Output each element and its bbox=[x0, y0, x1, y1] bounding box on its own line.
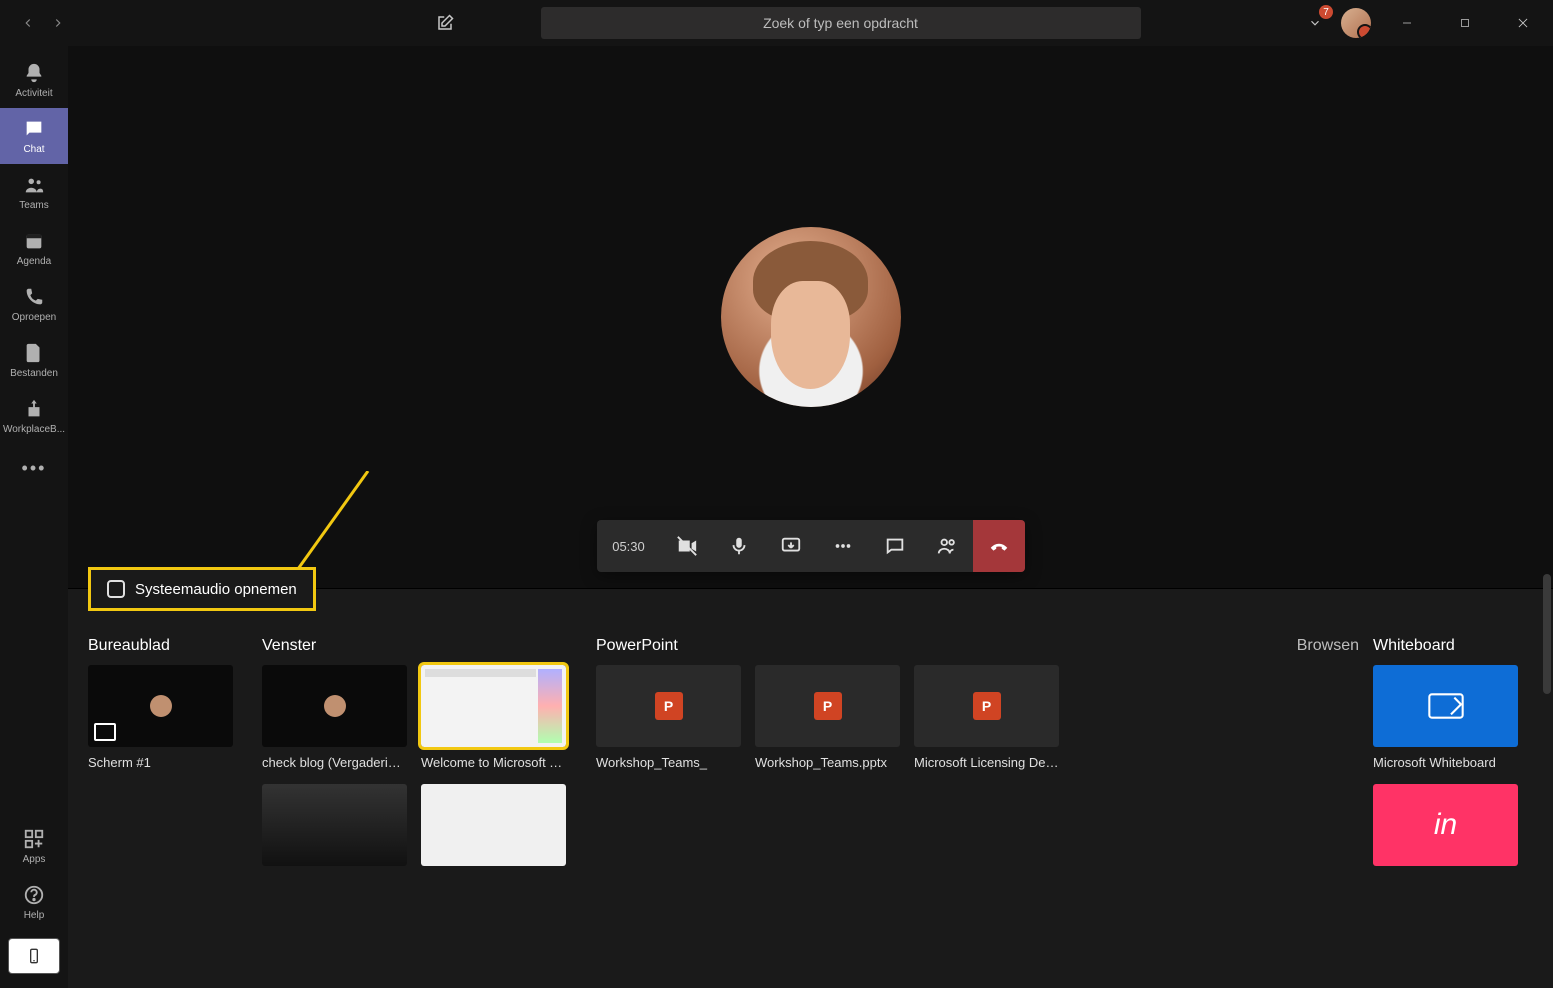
share-tray: Systeemaudio opnemen Bureaublad Scherm #… bbox=[68, 588, 1553, 988]
whiteboard-heading: Whiteboard bbox=[1373, 635, 1533, 657]
nav-forward-button[interactable] bbox=[46, 11, 70, 35]
share-whiteboard-ms[interactable] bbox=[1373, 665, 1518, 747]
sidebar-more-button[interactable]: ••• bbox=[22, 448, 47, 488]
share-window-3[interactable] bbox=[262, 784, 407, 866]
window-maximize-button[interactable] bbox=[1443, 8, 1487, 38]
sidebar-item-workplace[interactable]: WorkplaceB... bbox=[0, 388, 68, 444]
share-window-2-selected[interactable] bbox=[421, 665, 566, 747]
toggle-mic-button[interactable] bbox=[713, 520, 765, 572]
sidebar-item-help[interactable]: Help bbox=[0, 874, 68, 930]
sidebar-item-files[interactable]: Bestanden bbox=[0, 332, 68, 388]
show-participants-button[interactable] bbox=[921, 520, 973, 572]
window-minimize-button[interactable] bbox=[1385, 8, 1429, 38]
toggle-camera-button[interactable] bbox=[661, 520, 713, 572]
participant-avatar bbox=[721, 227, 901, 407]
share-window-1[interactable] bbox=[262, 665, 407, 747]
call-control-bar: 05:30 bbox=[597, 520, 1025, 572]
browse-link[interactable]: Browsen bbox=[1297, 635, 1359, 657]
desktop-heading: Bureaublad bbox=[88, 635, 248, 657]
sidebar-item-calendar[interactable]: Agenda bbox=[0, 220, 68, 276]
new-message-button[interactable] bbox=[431, 9, 459, 37]
window-close-button[interactable] bbox=[1501, 8, 1545, 38]
mobile-companion-button[interactable] bbox=[8, 938, 60, 974]
powerpoint-heading: PowerPoint bbox=[596, 635, 678, 657]
share-screen-button[interactable] bbox=[765, 520, 817, 572]
call-duration: 05:30 bbox=[597, 520, 661, 572]
share-window-4[interactable] bbox=[421, 784, 566, 866]
window-heading: Venster bbox=[262, 635, 582, 657]
hang-up-button[interactable] bbox=[973, 520, 1025, 572]
scrollbar-thumb[interactable] bbox=[1543, 574, 1551, 694]
share-ppt-2[interactable] bbox=[755, 665, 900, 747]
sidebar-item-chat[interactable]: Chat bbox=[0, 108, 68, 164]
sidebar-item-calls[interactable]: Oproepen bbox=[0, 276, 68, 332]
checkbox-icon bbox=[107, 580, 125, 598]
nav-back-button[interactable] bbox=[16, 11, 40, 35]
app-sidebar: Activiteit Chat Teams Agenda Oproepen Be… bbox=[0, 46, 68, 988]
share-ppt-1[interactable] bbox=[596, 665, 741, 747]
share-desktop-screen1[interactable] bbox=[88, 665, 233, 747]
search-input[interactable]: Zoek of typ een opdracht bbox=[541, 7, 1141, 39]
notifications-button[interactable]: 7 bbox=[1303, 11, 1327, 35]
share-whiteboard-invision[interactable]: in bbox=[1373, 784, 1518, 866]
sidebar-item-apps[interactable]: Apps bbox=[0, 818, 68, 874]
share-ppt-3[interactable] bbox=[914, 665, 1059, 747]
more-actions-button[interactable] bbox=[817, 520, 869, 572]
title-bar: Zoek of typ een opdracht 7 bbox=[0, 0, 1553, 46]
search-placeholder: Zoek of typ een opdracht bbox=[763, 15, 918, 31]
toggle-chat-button[interactable] bbox=[869, 520, 921, 572]
notification-badge: 7 bbox=[1319, 5, 1333, 19]
sidebar-item-teams[interactable]: Teams bbox=[0, 164, 68, 220]
sidebar-item-activity[interactable]: Activiteit bbox=[0, 52, 68, 108]
user-avatar[interactable] bbox=[1341, 8, 1371, 38]
include-system-audio-checkbox[interactable]: Systeemaudio opnemen bbox=[88, 567, 316, 611]
meeting-stage: 05:30 bbox=[68, 46, 1553, 988]
